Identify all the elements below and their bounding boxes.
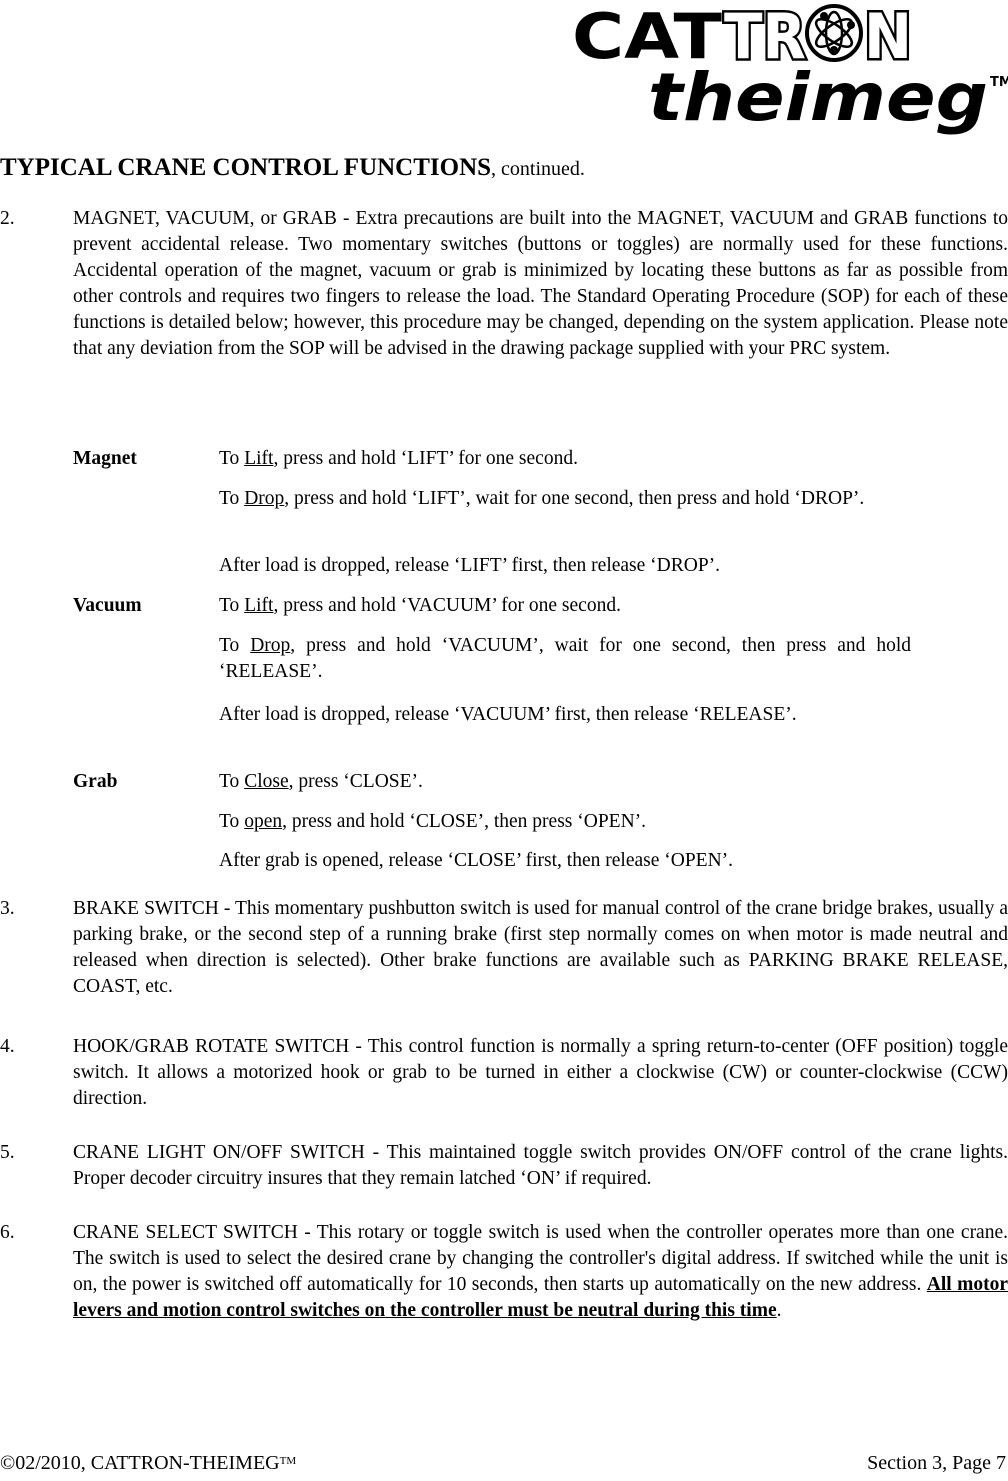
list-item-5: 5. CRANE LIGHT ON/OFF SWITCH - This main… [0, 1140, 1008, 1192]
sop-step: To Drop, press and hold ‘LIFT’, wait for… [219, 486, 911, 512]
sop-step: After load is dropped, release ‘LIFT’ fi… [219, 555, 721, 576]
sop-vacuum-after: After load is dropped, release ‘VACUUM’ … [73, 702, 913, 728]
list-item-6: 6. CRANE SELECT SWITCH - This rotary or … [0, 1220, 1008, 1324]
step-text: , press ‘CLOSE’. [288, 771, 423, 792]
cattron-theimeg-logo: CAT TR N theimeg TM [568, 0, 1008, 136]
step-keyword: Drop [250, 635, 291, 656]
sop-magnet-after: After load is dropped, release ‘LIFT’ fi… [73, 553, 913, 579]
sop-magnet-drop: To Drop, press and hold ‘LIFT’, wait for… [73, 486, 913, 512]
list-item-text: MAGNET, VACUUM, or GRAB - Extra precauti… [73, 208, 1008, 359]
sop-step: To Lift, press and hold ‘LIFT’ for one s… [219, 446, 911, 472]
step-text: To [219, 488, 245, 509]
sop-grab-open: To open, press and hold ‘CLOSE’, then pr… [73, 809, 913, 835]
list-item-text-main: CRANE SELECT SWITCH - This rotary or tog… [73, 1222, 1008, 1295]
list-item-2: 2. MAGNET, VACUUM, or GRAB - Extra preca… [0, 206, 1008, 362]
step-text: To [219, 635, 251, 656]
logo-graphic: CAT TR N theimeg TM [572, 0, 1008, 136]
sop-vacuum: Vacuum To Lift, press and hold ‘VACUUM’ … [73, 593, 913, 619]
footer-page-number: Section 3, Page 7 [867, 1452, 1006, 1474]
trademark-mark: TM [279, 1455, 297, 1467]
sop-step: After load is dropped, release ‘VACUUM’ … [219, 704, 797, 725]
sop-label: Grab [73, 771, 118, 792]
step-keyword: Drop [244, 488, 285, 509]
sop-label: Vacuum [73, 595, 142, 616]
sop-step: To Drop, press and hold ‘VACUUM’, wait f… [219, 633, 911, 685]
step-keyword: Lift [244, 448, 274, 469]
page-title-suffix: , continued. [491, 158, 585, 180]
list-item-text: HOOK/GRAB ROTATE SWITCH - This control f… [73, 1036, 1008, 1109]
footer-copyright: ©02/2010, CATTRON-THEIMEGTM [0, 1450, 296, 1476]
step-text: , press and hold ‘LIFT’ for one second. [273, 448, 578, 469]
step-keyword: Lift [244, 595, 274, 616]
list-item-number: 2. [0, 208, 15, 229]
sop-grab-after: After grab is opened, release ‘CLOSE’ fi… [73, 848, 913, 874]
step-text: To [219, 811, 245, 832]
page-title-main: TYPICAL CRANE CONTROL FUNCTIONS [0, 154, 492, 181]
step-text: , press and hold ‘VACUUM’ for one second… [273, 595, 621, 616]
page-title: TYPICAL CRANE CONTROL FUNCTIONS, continu… [0, 152, 585, 185]
list-item-text: BRAKE SWITCH - This momentary pushbutton… [73, 898, 1008, 997]
sop-step: To Close, press ‘CLOSE’. [219, 769, 911, 795]
list-item-3: 3. BRAKE SWITCH - This momentary pushbut… [0, 896, 1008, 1000]
list-item-text-end: . [776, 1300, 782, 1321]
copyright-text: ©02/2010, CATTRON-THEIMEG [0, 1452, 280, 1474]
logo-theimeg-text: theimeg [648, 59, 988, 135]
step-text: To [219, 771, 245, 792]
list-item-number: 5. [0, 1142, 15, 1163]
sop-vacuum-drop: To Drop, press and hold ‘VACUUM’, wait f… [73, 633, 913, 685]
list-item-text: CRANE SELECT SWITCH - This rotary or tog… [73, 1220, 1008, 1324]
step-keyword: open [244, 811, 283, 832]
logo-trademark: TM [990, 75, 1008, 90]
list-item-number: 3. [0, 898, 15, 919]
list-item-number: 6. [0, 1222, 15, 1243]
step-text: To [219, 448, 245, 469]
step-text: , press and hold ‘CLOSE’, then press ‘OP… [282, 811, 647, 832]
step-text: , press and hold ‘LIFT’, wait for one se… [284, 488, 865, 509]
list-item-text: CRANE LIGHT ON/OFF SWITCH - This maintai… [73, 1142, 1008, 1189]
sop-magnet: Magnet To Lift, press and hold ‘LIFT’ fo… [73, 446, 913, 472]
step-keyword: Close [244, 771, 289, 792]
atom-icon [805, 4, 863, 62]
list-item-number: 4. [0, 1036, 15, 1057]
sop-step: To open, press and hold ‘CLOSE’, then pr… [219, 809, 911, 835]
sop-label: Magnet [73, 448, 137, 469]
step-text: To [219, 595, 245, 616]
sop-step: After grab is opened, release ‘CLOSE’ fi… [219, 850, 734, 871]
sop-grab: Grab To Close, press ‘CLOSE’. [73, 769, 913, 795]
step-text: , press and hold ‘VACUUM’, wait for one … [219, 635, 911, 682]
list-item-4: 4. HOOK/GRAB ROTATE SWITCH - This contro… [0, 1034, 1008, 1112]
sop-step: To Lift, press and hold ‘VACUUM’ for one… [219, 593, 911, 619]
